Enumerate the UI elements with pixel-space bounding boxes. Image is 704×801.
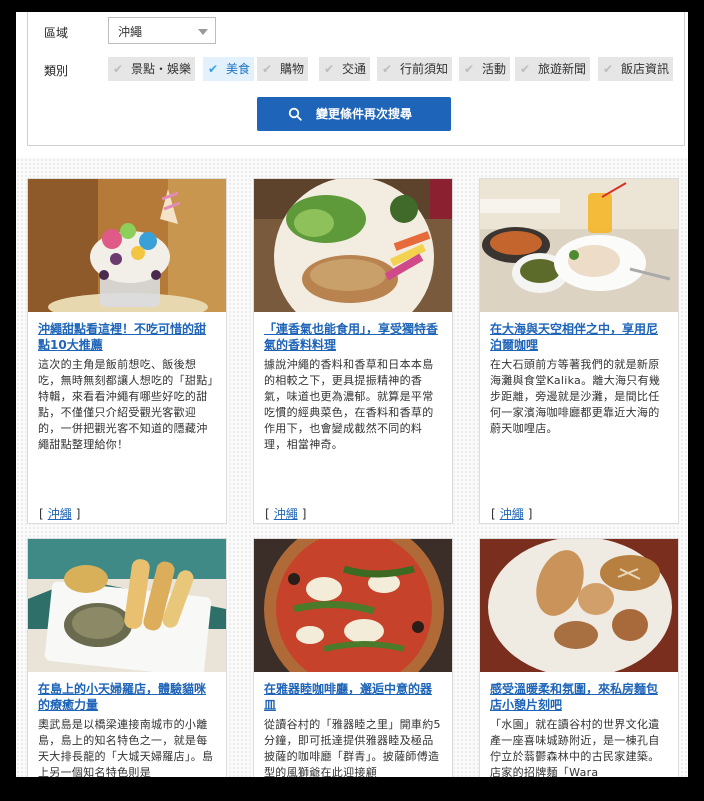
- article-grid: 沖繩甜點看這裡！不吃可惜的甜點10大推薦 這次的主角是飯前想吃、飯後想吃，無時無…: [16, 158, 688, 777]
- search-icon: [288, 107, 302, 121]
- article-card[interactable]: 在島上的小天婦羅店，體驗貓咪的療癒力量 奧武島是以橋梁連接南城市的小離島，島上的…: [27, 538, 227, 777]
- check-icon: ✔: [520, 62, 531, 76]
- region-tag-link[interactable]: 沖繩: [274, 507, 298, 521]
- search-again-button[interactable]: 變更條件再次搜尋: [257, 97, 451, 131]
- article-title[interactable]: 沖繩甜點看這裡！不吃可惜的甜點10大推薦: [38, 321, 216, 353]
- article-title[interactable]: 感受溫暖柔和氛圍，來私房麵包店小憩片刻吧: [490, 681, 668, 713]
- chevron-down-icon: [198, 29, 208, 35]
- article-title[interactable]: 在大海與天空相伴之中，享用尼泊爾咖哩: [490, 321, 668, 353]
- region-label: 區域: [44, 26, 69, 40]
- article-card[interactable]: 在大海與天空相伴之中，享用尼泊爾咖哩 在大石頭前方等著我們的就是新原海灘與食堂K…: [479, 178, 679, 524]
- category-label: 類別: [44, 64, 69, 78]
- article-card[interactable]: 感受溫暖柔和氛圍，來私房麵包店小憩片刻吧 「水園」就在讀谷村的世界文化遺產一座喜…: [479, 538, 679, 777]
- article-title[interactable]: 在雅器睦咖啡廳，邂逅中意的器皿: [264, 681, 442, 713]
- article-description: 奧武島是以橋梁連接南城市的小離島，島上的知名特色之一，就是每天大排長龍的「大城天…: [38, 718, 214, 777]
- article-card[interactable]: 在雅器睦咖啡廳，邂逅中意的器皿 從讀谷村的「雅器睦之里」開車約5分鐘，即可抵達提…: [253, 538, 453, 777]
- category-chip-travel-news[interactable]: ✔ 旅遊新聞: [515, 57, 591, 81]
- article-title[interactable]: 「連香氣也能食用」，享受獨特香氣的香料料理: [264, 321, 442, 353]
- article-card[interactable]: 「連香氣也能食用」，享受獨特香氣的香料料理 據說沖繩的香料和香草和日本本島的相較…: [253, 178, 453, 524]
- article-card[interactable]: 沖繩甜點看這裡！不吃可惜的甜點10大推薦 這次的主角是飯前想吃、飯後想吃，無時無…: [27, 178, 227, 524]
- region-select[interactable]: 沖繩: [108, 17, 216, 44]
- category-chip-transport[interactable]: ✔ 交通: [319, 57, 371, 81]
- check-icon: ✔: [208, 62, 219, 76]
- category-chip-attractions[interactable]: ✔ 景點・娛樂: [108, 57, 196, 81]
- page-frame: 區域 沖繩 類別 ✔ 景點・娛樂 ✔ 美食 ✔ 購物 ✔ 交通 ✔ 行前須知 ✔ 活動 ✔ 旅…: [16, 12, 688, 777]
- category-chip-travel-tips[interactable]: ✔ 行前須知: [377, 57, 453, 81]
- check-icon: ✔: [262, 62, 273, 76]
- region-select-value: 沖繩: [118, 25, 143, 39]
- article-image-tempura[interactable]: [28, 539, 226, 672]
- article-description: 從讀谷村的「雅器睦之里」開車約5分鐘，即可抵達提供雅器睦及極品披薩的咖啡廳「群青…: [264, 718, 441, 777]
- article-image-curry[interactable]: [480, 179, 678, 312]
- article-region-tag: [沖繩]: [265, 507, 307, 521]
- search-filter-panel: 區域 沖繩 類別 ✔ 景點・娛樂 ✔ 美食 ✔ 購物 ✔ 交通 ✔ 行前須知 ✔ 活動 ✔ 旅…: [27, 12, 685, 146]
- article-description: 「水園」就在讀谷村的世界文化遺產一座喜味城跡附近，是一棟孔自佇立於蓊鬱森林中的古…: [490, 718, 660, 777]
- check-icon: ✔: [324, 62, 335, 76]
- category-chip-shopping[interactable]: ✔ 購物: [257, 57, 309, 81]
- check-icon: ✔: [464, 62, 475, 76]
- category-chip-food[interactable]: ✔ 美食: [203, 57, 255, 81]
- article-image-pizza[interactable]: [254, 539, 452, 672]
- article-image-spice-plate[interactable]: [254, 179, 452, 312]
- region-tag-link[interactable]: 沖繩: [48, 507, 72, 521]
- article-image-bread[interactable]: [480, 539, 678, 672]
- article-region-tag: [沖繩]: [491, 507, 533, 521]
- category-chip-hotel-info[interactable]: ✔ 飯店資訊: [598, 57, 674, 81]
- region-tag-link[interactable]: 沖繩: [500, 507, 524, 521]
- article-title[interactable]: 在島上的小天婦羅店，體驗貓咪的療癒力量: [38, 681, 216, 713]
- article-description: 據說沖繩的香料和香草和日本本島的相較之下，更具提振精神的香氣，味道也更為濃郁。就…: [264, 358, 434, 451]
- check-icon: ✔: [113, 62, 124, 76]
- article-description: 在大石頭前方等著我們的就是新原海灘與食堂Kalika。離大海只有幾步距離，旁邊就…: [490, 358, 661, 435]
- article-region-tag: [沖繩]: [39, 507, 81, 521]
- check-icon: ✔: [603, 62, 614, 76]
- check-icon: ✔: [382, 62, 393, 76]
- article-image-dessert[interactable]: [28, 179, 226, 312]
- article-description: 這次的主角是飯前想吃、飯後想吃，無時無刻都讓人想吃的「甜點」特輯，來看看沖繩有哪…: [38, 358, 214, 451]
- category-chip-events[interactable]: ✔ 活動: [459, 57, 511, 81]
